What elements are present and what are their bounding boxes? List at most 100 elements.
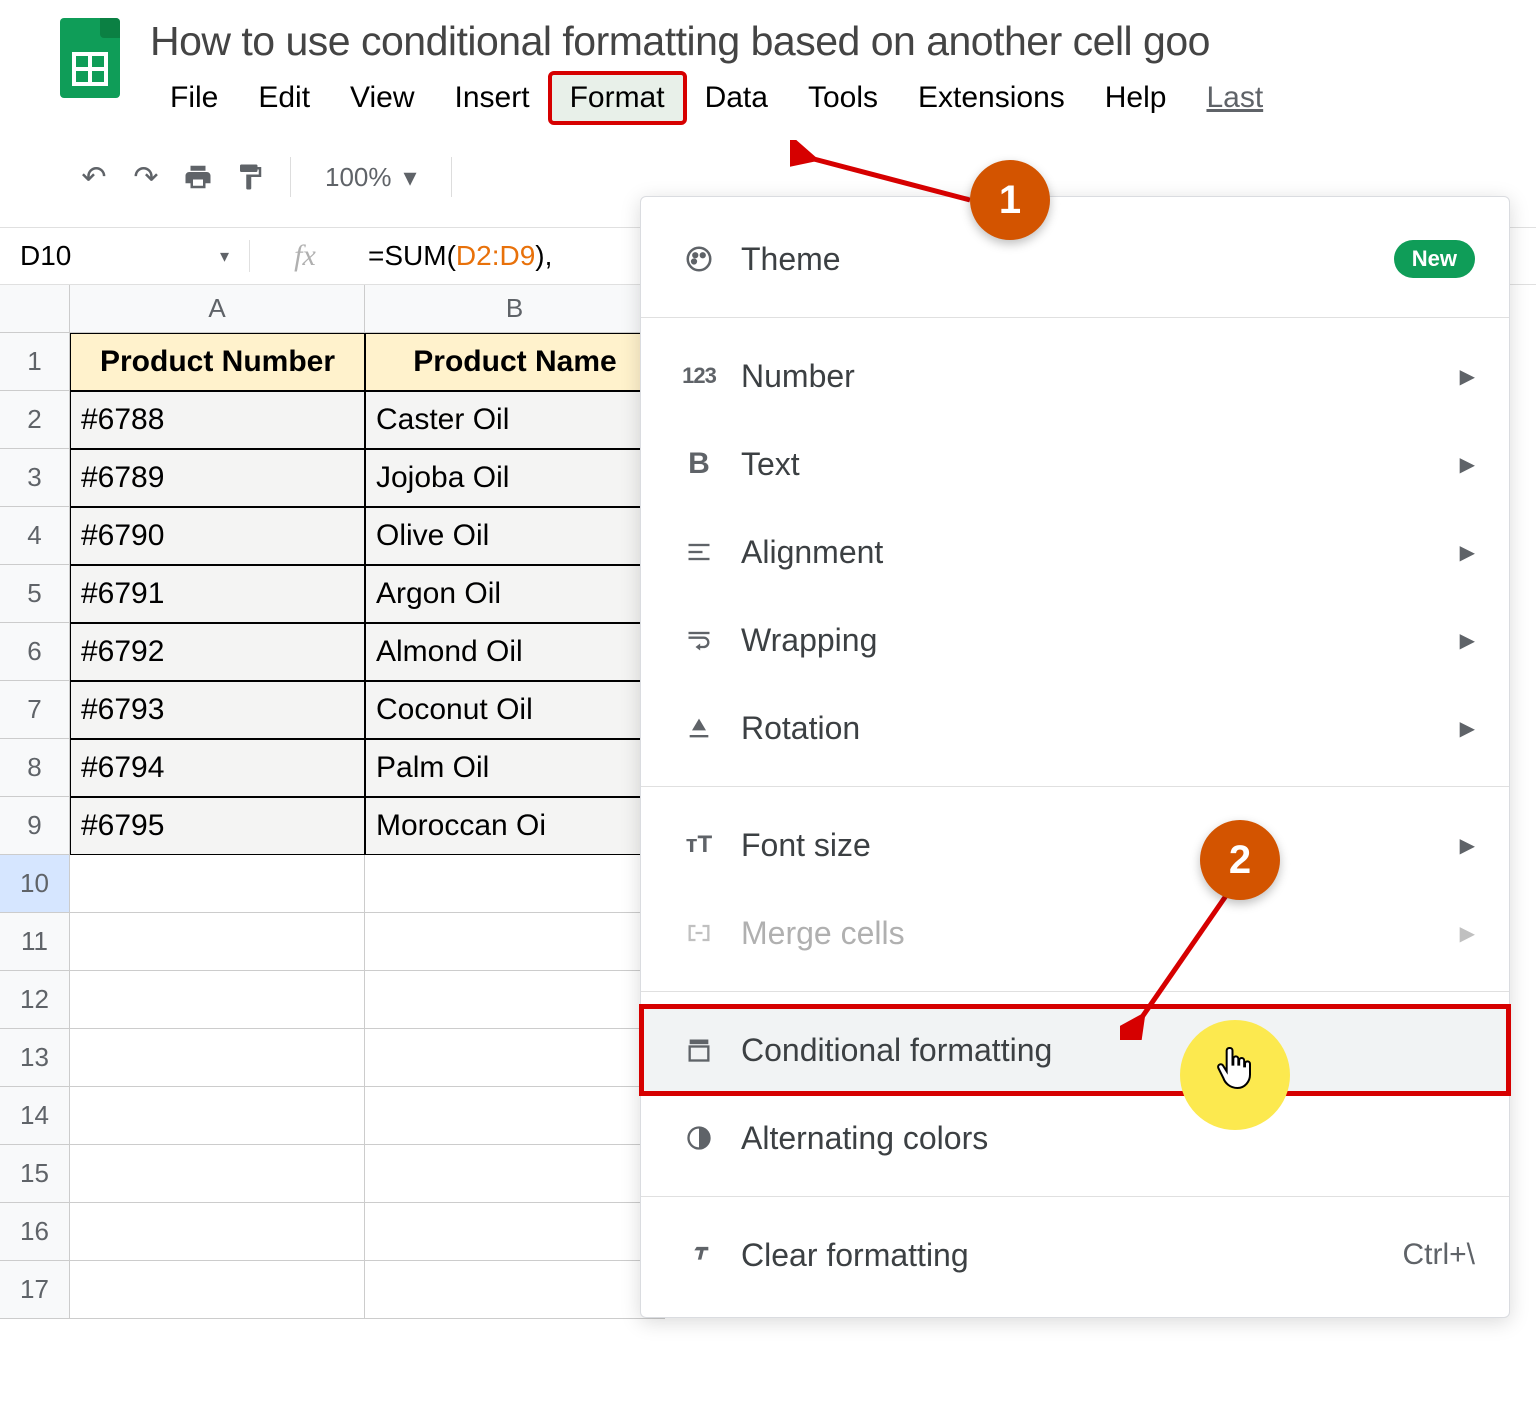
menu-tools[interactable]: Tools	[788, 73, 898, 123]
zoom-dropdown[interactable]: 100% ▾	[307, 162, 435, 193]
format-rotation[interactable]: Rotation ▶	[641, 684, 1509, 772]
cell[interactable]: Olive Oil	[365, 507, 665, 565]
wrap-icon	[675, 626, 723, 654]
cell-a1[interactable]: Product Number	[70, 333, 365, 391]
format-alignment[interactable]: Alignment ▶	[641, 508, 1509, 596]
redo-button[interactable]: ↷	[122, 153, 170, 201]
cell[interactable]: Palm Oil	[365, 739, 665, 797]
row-header[interactable]: 4	[0, 507, 70, 565]
menu-extensions[interactable]: Extensions	[898, 73, 1085, 123]
row-header[interactable]: 15	[0, 1145, 70, 1203]
menu-item-label: Alternating colors	[741, 1120, 1475, 1157]
cell[interactable]: #6790	[70, 507, 365, 565]
menu-file[interactable]: File	[150, 73, 238, 123]
paint-format-button[interactable]	[226, 153, 274, 201]
row-header[interactable]: 7	[0, 681, 70, 739]
cell[interactable]	[365, 971, 665, 1029]
row-header[interactable]: 9	[0, 797, 70, 855]
menu-separator	[641, 1196, 1509, 1197]
cell[interactable]	[365, 855, 665, 913]
row-header[interactable]: 12	[0, 971, 70, 1029]
formula-text-prefix: =SUM(	[368, 240, 456, 272]
row-header[interactable]: 14	[0, 1087, 70, 1145]
cell[interactable]: #6795	[70, 797, 365, 855]
toolbar: ↶ ↷ 100% ▾	[0, 123, 1536, 201]
menu-item-label: Number	[741, 358, 1460, 395]
menu-help[interactable]: Help	[1085, 73, 1187, 123]
cell[interactable]	[365, 1261, 665, 1319]
column-header-b[interactable]: B	[365, 285, 665, 333]
format-font-size[interactable]: тT Font size ▶	[641, 801, 1509, 889]
cell[interactable]: Moroccan Oi	[365, 797, 665, 855]
chevron-right-icon: ▶	[1460, 364, 1475, 389]
cell[interactable]	[365, 913, 665, 971]
row-header[interactable]: 10	[0, 855, 70, 913]
menu-item-shortcut: Ctrl+\	[1402, 1238, 1475, 1272]
format-alternating-colors[interactable]: Alternating colors	[641, 1094, 1509, 1182]
cell[interactable]	[70, 855, 365, 913]
format-theme[interactable]: Theme New	[641, 215, 1509, 303]
cell[interactable]: Caster Oil	[365, 391, 665, 449]
menu-insert[interactable]: Insert	[435, 73, 550, 123]
cell[interactable]: Coconut Oil	[365, 681, 665, 739]
chevron-right-icon: ▶	[1460, 833, 1475, 858]
name-box-value: D10	[20, 240, 71, 272]
alt-colors-icon	[675, 1124, 723, 1152]
cell[interactable]: #6788	[70, 391, 365, 449]
row-header[interactable]: 2	[0, 391, 70, 449]
format-clear-formatting[interactable]: Clear formatting Ctrl+\	[641, 1211, 1509, 1299]
document-title[interactable]: How to use conditional formatting based …	[150, 18, 1536, 65]
row-header[interactable]: 8	[0, 739, 70, 797]
select-all-corner[interactable]	[0, 285, 70, 333]
cell[interactable]	[70, 913, 365, 971]
format-number[interactable]: 123 Number ▶	[641, 332, 1509, 420]
menu-format[interactable]: Format	[550, 73, 685, 123]
menu-last-edit[interactable]: Last	[1186, 73, 1283, 123]
row-header[interactable]: 3	[0, 449, 70, 507]
name-box[interactable]: D10 ▾	[0, 240, 250, 272]
column-header-a[interactable]: A	[70, 285, 365, 333]
cell[interactable]	[70, 1087, 365, 1145]
cell[interactable]: Argon Oil	[365, 565, 665, 623]
menu-data[interactable]: Data	[685, 73, 788, 123]
cell[interactable]	[365, 1087, 665, 1145]
chevron-down-icon: ▾	[404, 162, 417, 193]
menu-view[interactable]: View	[330, 73, 434, 123]
cell[interactable]	[70, 1029, 365, 1087]
row-header[interactable]: 5	[0, 565, 70, 623]
menu-edit[interactable]: Edit	[238, 73, 330, 123]
row-header[interactable]: 13	[0, 1029, 70, 1087]
cell[interactable]	[70, 1203, 365, 1261]
cell[interactable]: #6792	[70, 623, 365, 681]
cell-b1[interactable]: Product Name	[365, 333, 665, 391]
format-text[interactable]: B Text ▶	[641, 420, 1509, 508]
cell[interactable]: #6789	[70, 449, 365, 507]
row-header[interactable]: 1	[0, 333, 70, 391]
row-header[interactable]: 11	[0, 913, 70, 971]
row-header[interactable]: 17	[0, 1261, 70, 1319]
format-conditional-formatting[interactable]: Conditional formatting	[641, 1006, 1509, 1094]
cell[interactable]	[365, 1145, 665, 1203]
cell[interactable]	[70, 1261, 365, 1319]
cell[interactable]	[365, 1029, 665, 1087]
format-wrapping[interactable]: Wrapping ▶	[641, 596, 1509, 684]
menu-item-label: Wrapping	[741, 622, 1460, 659]
sheets-logo-icon	[60, 18, 120, 98]
cell[interactable]	[70, 1145, 365, 1203]
menu-item-label: Clear formatting	[741, 1237, 1402, 1274]
row-header[interactable]: 6	[0, 623, 70, 681]
cell[interactable]	[70, 971, 365, 1029]
chevron-right-icon: ▶	[1460, 540, 1475, 565]
cell[interactable]: #6794	[70, 739, 365, 797]
cell[interactable]: #6791	[70, 565, 365, 623]
cell[interactable]: Almond Oil	[365, 623, 665, 681]
cell[interactable]	[365, 1203, 665, 1261]
print-button[interactable]	[174, 153, 222, 201]
row-header[interactable]: 16	[0, 1203, 70, 1261]
chevron-right-icon: ▶	[1460, 628, 1475, 653]
merge-icon	[675, 919, 723, 947]
cell[interactable]: #6793	[70, 681, 365, 739]
fontsize-icon: тT	[675, 831, 723, 859]
undo-button[interactable]: ↶	[70, 153, 118, 201]
cell[interactable]: Jojoba Oil	[365, 449, 665, 507]
